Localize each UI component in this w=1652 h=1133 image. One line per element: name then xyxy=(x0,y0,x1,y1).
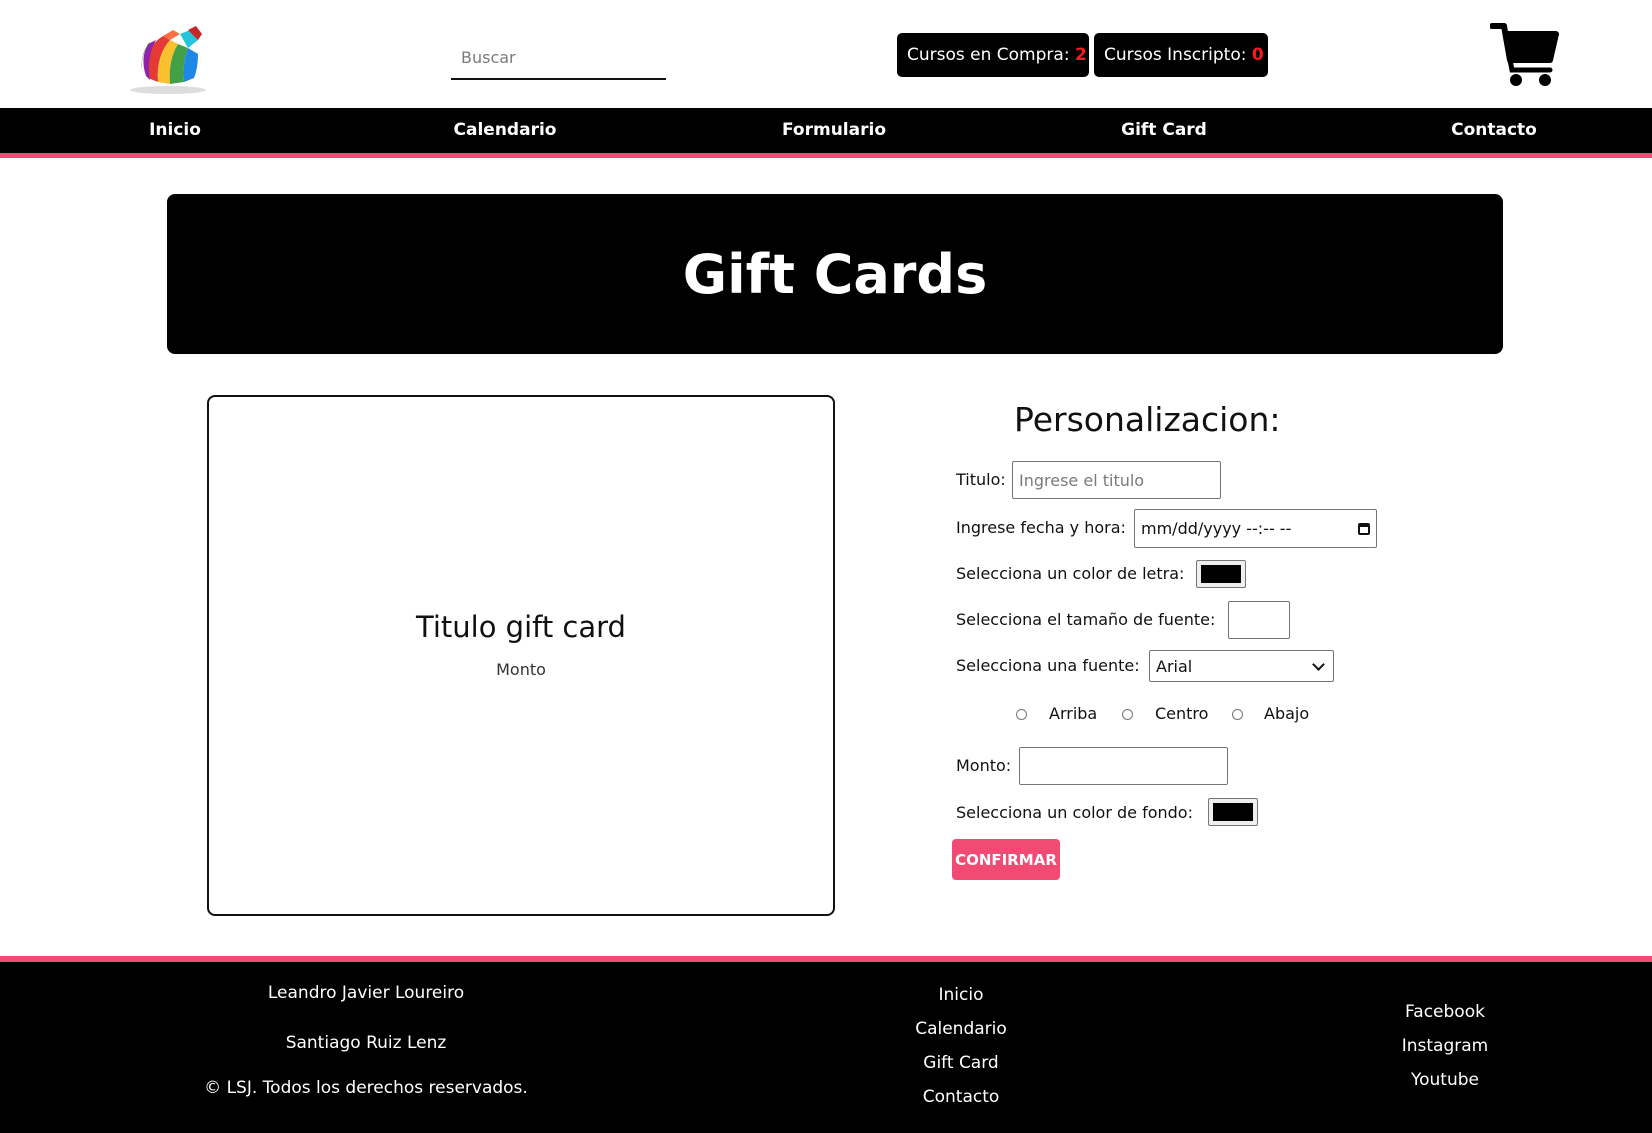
position-radio-abajo[interactable] xyxy=(1232,709,1243,720)
position-radio-arriba[interactable] xyxy=(1016,709,1027,720)
colorful-sphere-logo[interactable] xyxy=(118,18,218,96)
nav-item-calendario[interactable]: Calendario xyxy=(454,108,557,153)
preview-title: Titulo gift card xyxy=(416,610,626,644)
background-color-label: Selecciona un color de fondo: xyxy=(956,803,1193,822)
footer-link-youtube[interactable]: Youtube xyxy=(1411,1070,1479,1090)
title-label: Titulo: xyxy=(956,470,1006,489)
position-label-arriba: Arriba xyxy=(1049,704,1098,723)
font-size-label: Selecciona el tamaño de fuente: xyxy=(956,610,1216,629)
datetime-label: Ingrese fecha y hora: xyxy=(956,518,1126,537)
font-color-label: Selecciona un color de letra: xyxy=(956,564,1185,583)
footer-link-contacto[interactable]: Contacto xyxy=(923,1087,1000,1107)
shopping-cart-icon[interactable] xyxy=(1490,20,1560,90)
search-input[interactable] xyxy=(451,36,666,78)
footer-link-calendario[interactable]: Calendario xyxy=(915,1019,1007,1039)
position-radio-centro[interactable] xyxy=(1122,709,1133,720)
title-input[interactable] xyxy=(1012,461,1221,499)
font-family-selected: Arial xyxy=(1156,656,1193,676)
nav-item-formulario[interactable]: Formulario xyxy=(782,108,886,153)
footer-author-2: Santiago Ruiz Lenz xyxy=(285,1033,447,1053)
footer-link-facebook[interactable]: Facebook xyxy=(1405,1002,1485,1022)
nav-item-gift-card[interactable]: Gift Card xyxy=(1121,108,1207,153)
position-label-abajo: Abajo xyxy=(1264,704,1310,723)
datetime-value: mm/dd/yyyy --:-- -- xyxy=(1141,519,1292,538)
courses-in-cart-count: 2 xyxy=(1074,45,1087,65)
nav-item-contacto[interactable]: Contacto xyxy=(1451,108,1537,153)
courses-in-cart-badge[interactable]: Cursos en Compra: 2 xyxy=(897,33,1089,77)
courses-enrolled-label: Cursos Inscripto: xyxy=(1104,45,1247,65)
position-label-centro: Centro xyxy=(1155,704,1209,723)
footer-author-1: Leandro Javier Loureiro xyxy=(267,983,465,1003)
font-size-input[interactable] xyxy=(1228,601,1290,639)
form-title: Personalizacion: xyxy=(1014,400,1281,439)
footer-link-instagram[interactable]: Instagram xyxy=(1402,1036,1489,1056)
gift-card-preview: Titulo gift card Monto xyxy=(207,395,835,916)
courses-enrolled-count: 0 xyxy=(1251,45,1264,65)
main-nav: Inicio Calendario Formulario Gift Card C… xyxy=(0,108,1652,158)
footer-copyright: © LSJ. Todos los derechos reservados. xyxy=(204,1078,528,1098)
background-color-picker[interactable] xyxy=(1208,798,1258,826)
font-family-label: Selecciona una fuente: xyxy=(956,656,1140,675)
confirm-button[interactable]: CONFIRMAR xyxy=(952,839,1060,880)
amount-input[interactable] xyxy=(1019,747,1228,785)
courses-enrolled-badge[interactable]: Cursos Inscripto: 0 xyxy=(1094,33,1268,77)
footer-link-gift-card[interactable]: Gift Card xyxy=(923,1053,998,1073)
font-color-picker[interactable] xyxy=(1196,560,1246,588)
page-title: Gift Cards xyxy=(682,242,988,306)
datetime-input[interactable]: mm/dd/yyyy --:-- -- xyxy=(1134,509,1377,548)
courses-in-cart-label: Cursos en Compra: xyxy=(907,45,1070,65)
font-family-select[interactable]: Arial xyxy=(1149,650,1334,682)
calendar-icon[interactable] xyxy=(1358,522,1370,535)
search-box xyxy=(451,36,666,80)
amount-label: Monto: xyxy=(956,756,1012,775)
footer-link-inicio[interactable]: Inicio xyxy=(939,985,984,1005)
footer: Leandro Javier Loureiro Santiago Ruiz Le… xyxy=(0,956,1652,1133)
nav-item-inicio[interactable]: Inicio xyxy=(149,108,201,153)
preview-amount: Monto xyxy=(496,660,546,679)
top-header: Cursos en Compra: 2 Cursos Inscripto: 0 xyxy=(0,0,1652,108)
page-banner: Gift Cards xyxy=(167,194,1503,354)
chevron-down-icon xyxy=(1312,657,1325,671)
